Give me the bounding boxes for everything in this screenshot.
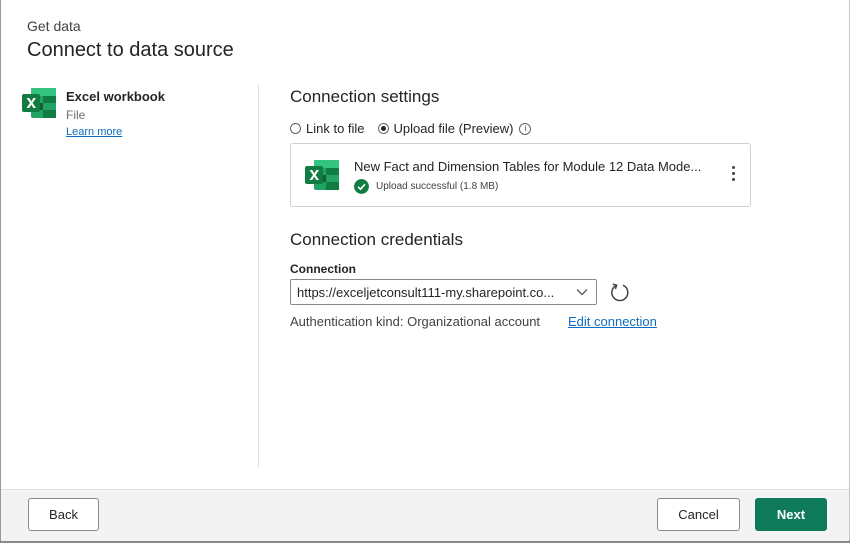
connection-settings-title: Connection settings bbox=[290, 87, 440, 106]
connector-name: Excel workbook bbox=[66, 89, 165, 104]
refresh-icon[interactable] bbox=[609, 281, 631, 303]
next-button[interactable]: Next bbox=[755, 498, 827, 531]
cancel-button[interactable]: Cancel bbox=[657, 498, 740, 531]
window-left-edge bbox=[0, 0, 1, 543]
edit-connection-link[interactable]: Edit connection bbox=[568, 314, 657, 329]
file-mode-radio-group: Link to file Upload file (Preview) i bbox=[290, 121, 532, 136]
excel-icon bbox=[22, 88, 56, 118]
info-icon[interactable]: i bbox=[519, 122, 532, 135]
header-subtitle: Get data bbox=[27, 18, 81, 34]
check-circle-icon bbox=[354, 179, 369, 194]
panel-divider bbox=[258, 84, 259, 468]
uploaded-file-card: New Fact and Dimension Tables for Module… bbox=[290, 143, 751, 207]
page-title: Connect to data source bbox=[27, 39, 234, 61]
upload-file-label: Upload file (Preview) bbox=[393, 121, 514, 136]
radio-checked-icon[interactable] bbox=[377, 123, 389, 134]
dialog-footer: Back Cancel Next bbox=[1, 489, 849, 541]
upload-status: Upload successful (1.8 MB) bbox=[376, 181, 499, 192]
learn-more-link[interactable]: Learn more bbox=[66, 126, 122, 138]
back-button[interactable]: Back bbox=[28, 498, 99, 531]
radio-circle-icon[interactable] bbox=[290, 123, 301, 134]
connection-value: https://exceljetconsult111-my.sharepoint… bbox=[297, 285, 555, 300]
link-to-file-radio[interactable]: Link to file bbox=[290, 121, 365, 136]
link-to-file-label: Link to file bbox=[306, 121, 365, 136]
connection-dropdown[interactable]: https://exceljetconsult111-my.sharepoint… bbox=[290, 279, 597, 305]
excel-icon bbox=[305, 160, 339, 190]
uploaded-file-name: New Fact and Dimension Tables for Module… bbox=[354, 159, 702, 174]
chevron-down-icon bbox=[576, 289, 588, 296]
connection-label: Connection bbox=[290, 262, 356, 276]
connector-category: File bbox=[66, 108, 86, 122]
upload-file-radio[interactable]: Upload file (Preview) bbox=[377, 121, 514, 136]
connection-credentials-title: Connection credentials bbox=[290, 230, 463, 249]
more-vertical-icon[interactable] bbox=[730, 166, 736, 186]
authentication-kind: Authentication kind: Organizational acco… bbox=[290, 314, 541, 329]
